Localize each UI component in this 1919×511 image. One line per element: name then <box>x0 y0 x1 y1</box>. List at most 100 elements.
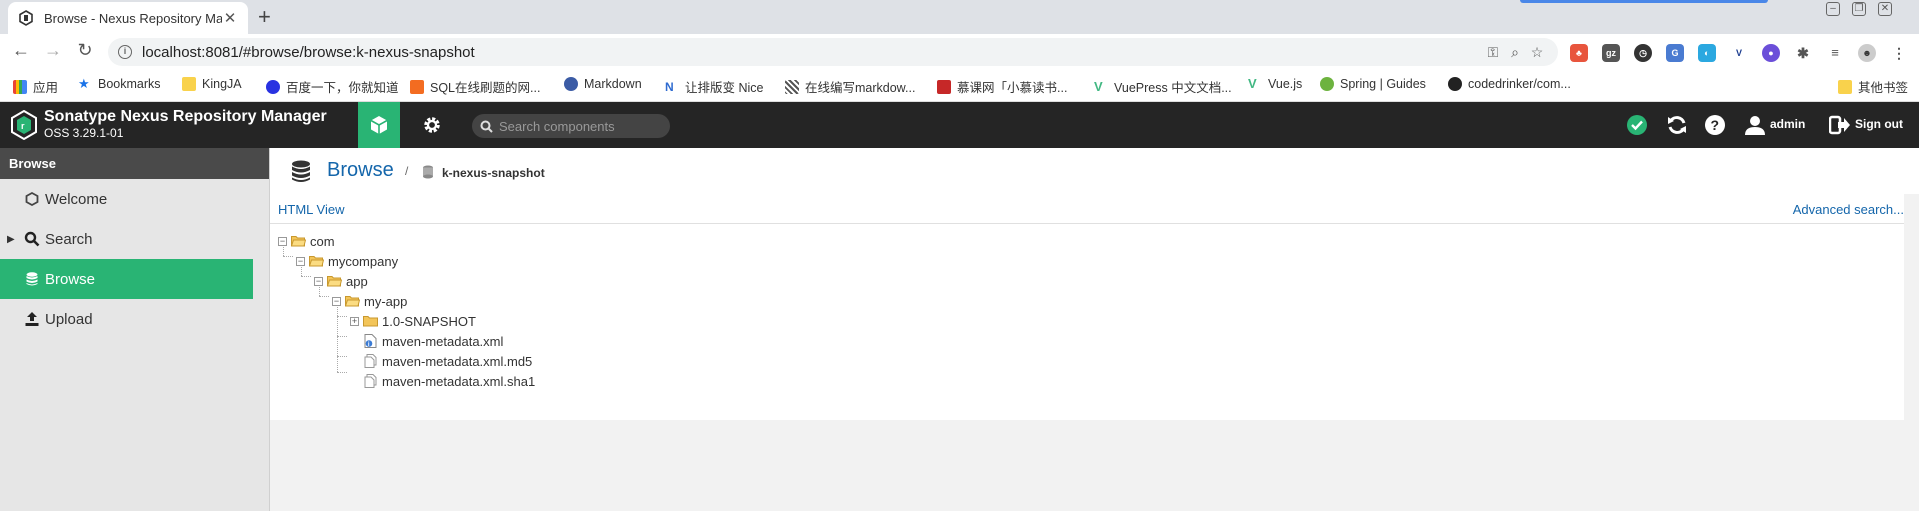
bookmark-item[interactable]: 慕课网「小慕读书... <box>937 77 1067 96</box>
extension-icon[interactable]: ♣ <box>1570 44 1588 62</box>
upload-icon <box>25 312 39 326</box>
sign-out-icon[interactable] <box>1829 114 1851 136</box>
bookmark-item[interactable]: V VuePress 中文文档... <box>1094 77 1232 96</box>
collapse-icon[interactable]: − <box>314 276 323 286</box>
file-icon <box>364 374 377 388</box>
restore-icon[interactable]: ❐ <box>1852 2 1866 16</box>
tree-node-label: my-app <box>364 293 408 309</box>
translate-extension-icon[interactable]: G <box>1666 44 1684 62</box>
administration-mode-button[interactable] <box>414 102 450 148</box>
breadcrumb: Browse / k-nexus-snapshot <box>270 148 1919 194</box>
tree-node-folder[interactable]: − mycompany <box>296 250 398 272</box>
sidebar-item-upload[interactable]: Upload <box>0 299 269 339</box>
bookmark-item[interactable]: 其他书签 <box>1838 77 1908 96</box>
expand-icon[interactable]: + <box>350 316 359 326</box>
nice-icon: N <box>665 79 674 94</box>
folder-open-icon <box>327 276 342 287</box>
bookmark-item[interactable]: ★ Bookmarks <box>78 76 161 92</box>
sidebar-item-label: Welcome <box>45 190 108 208</box>
close-window-icon[interactable]: ✕ <box>1878 2 1892 16</box>
forward-icon[interactable]: → <box>41 40 65 61</box>
apps-grid-icon <box>13 79 27 94</box>
profile-avatar-icon[interactable]: ☻ <box>1858 44 1876 62</box>
star-icon: ★ <box>78 76 90 91</box>
folder-icon <box>182 77 196 91</box>
browser-tab-title: Browse - Nexus Repository Ma <box>44 10 222 26</box>
extensions-puzzle-icon[interactable]: ✱ <box>1794 44 1812 62</box>
sidebar-item-search[interactable]: ▶ Search <box>0 219 269 259</box>
browser-tab[interactable]: Browse - Nexus Repository Ma ✕ <box>8 2 248 34</box>
system-status-icon[interactable] <box>1626 114 1648 136</box>
tree-node-file[interactable]: maven-metadata.xml.md5 <box>364 350 532 372</box>
minimize-icon[interactable]: – <box>1826 2 1840 16</box>
bookmark-item[interactable]: 应用 <box>13 77 58 96</box>
github-icon <box>1448 77 1462 91</box>
bookmark-item[interactable]: V Vue.js <box>1248 77 1302 92</box>
address-bar[interactable]: i localhost:8081/#browse/browse:k-nexus-… <box>108 38 1558 66</box>
tree-node-label: app <box>346 273 368 289</box>
baidu-icon <box>266 79 280 94</box>
tree-node-folder[interactable]: − com <box>278 230 335 252</box>
bookmark-item[interactable]: Spring | Guides <box>1320 77 1426 91</box>
breadcrumb-browse-link[interactable]: Browse <box>327 159 394 182</box>
browse-mode-button[interactable] <box>358 102 400 148</box>
bookmark-item[interactable]: Markdown <box>564 77 642 91</box>
search-components[interactable] <box>472 114 670 138</box>
gear-icon <box>424 117 440 133</box>
database-icon <box>292 160 310 182</box>
nexus-logo-icon: r <box>11 110 37 140</box>
user-button[interactable]: admin <box>1770 117 1805 131</box>
bookmark-item[interactable]: 在线编写markdow... <box>785 77 915 96</box>
collapse-icon[interactable]: − <box>296 256 305 266</box>
sidebar-item-label: Search <box>45 230 93 248</box>
collapse-icon[interactable]: − <box>332 296 341 306</box>
timer-extension-icon[interactable]: ◷ <box>1634 44 1652 62</box>
tree-node-label: maven-metadata.xml <box>382 333 504 349</box>
user-icon[interactable] <box>1744 114 1766 136</box>
key-icon[interactable]: ⚿ <box>1482 44 1504 61</box>
sidebar-item-browse[interactable]: Browse <box>0 259 253 299</box>
reload-icon[interactable]: ↻ <box>73 40 97 61</box>
help-icon[interactable]: ? <box>1704 114 1726 136</box>
advanced-search-link[interactable]: Advanced search... <box>1793 202 1904 217</box>
tree-connector <box>337 356 347 357</box>
tree-node-file[interactable]: maven-metadata.xml.sha1 <box>364 370 535 392</box>
bookmark-item[interactable]: 百度一下，你就知道 <box>266 77 399 96</box>
ext-violet-icon[interactable]: ● <box>1762 44 1780 62</box>
reader-extension-icon[interactable]: ◐ <box>1698 44 1716 62</box>
zoom-icon[interactable]: ⌕ <box>1504 44 1526 61</box>
imooc-icon <box>937 79 951 94</box>
tree-node-folder[interactable]: + 1.0-SNAPSHOT <box>350 310 476 332</box>
bookmark-item[interactable]: codedrinker/com... <box>1448 77 1571 91</box>
site-info-icon[interactable]: i <box>118 45 132 59</box>
sql-icon <box>410 79 424 94</box>
svg-text:r: r <box>21 121 25 131</box>
html-view-link[interactable]: HTML View <box>278 202 344 217</box>
bookmark-star-icon[interactable]: ☆ <box>1526 44 1548 61</box>
bookmark-item[interactable]: KingJA <box>182 77 242 91</box>
collapse-icon[interactable]: − <box>278 236 287 246</box>
tree-node-file[interactable]: i maven-metadata.xml <box>364 330 503 352</box>
sidebar: Browse Welcome ▶ Search Browse Upload <box>0 148 270 511</box>
back-icon[interactable]: ← <box>9 40 33 61</box>
sign-out-button[interactable]: Sign out <box>1855 117 1903 131</box>
address-url[interactable]: localhost:8081/#browse/browse:k-nexus-sn… <box>142 44 1482 61</box>
sidebar-item-welcome[interactable]: Welcome <box>0 179 269 219</box>
tree-node-folder[interactable]: − app <box>314 270 368 292</box>
tree-connector <box>301 276 311 277</box>
close-tab-icon[interactable]: ✕ <box>222 9 238 27</box>
main-content: Browse / k-nexus-snapshot HTML View Adva… <box>270 148 1919 511</box>
sidebar-title: Browse <box>0 148 269 179</box>
folder-open-icon <box>291 236 306 247</box>
reading-list-icon[interactable]: ≡ <box>1826 44 1844 62</box>
bookmark-item[interactable]: SQL在线刷题的网... <box>410 77 540 96</box>
gitzip-extension-icon[interactable]: gz <box>1602 44 1620 62</box>
bookmark-item[interactable]: N 让排版变 Nice <box>665 77 763 96</box>
new-tab-icon[interactable]: + <box>258 5 271 29</box>
expand-caret-icon[interactable]: ▶ <box>7 234 15 245</box>
menu-kebab-icon[interactable]: ⋮ <box>1890 44 1908 62</box>
tree-node-folder[interactable]: − my-app <box>332 290 407 312</box>
refresh-icon[interactable] <box>1666 114 1688 136</box>
search-components-input[interactable] <box>499 118 659 134</box>
vuetools-extension-icon[interactable]: V <box>1730 44 1748 62</box>
